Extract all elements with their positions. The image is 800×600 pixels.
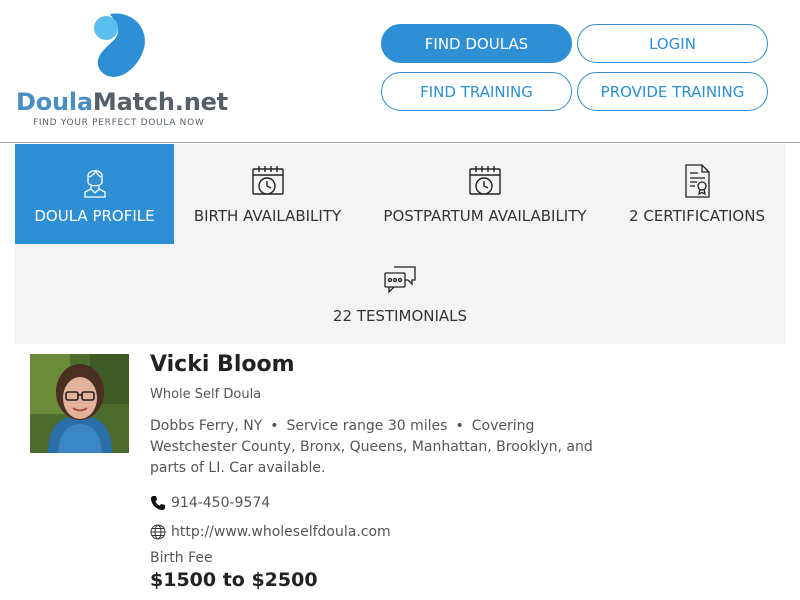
chat-bubbles-icon — [384, 266, 416, 294]
site-header: DoulaMatch.net FIND YOUR PERFECT DOULA N… — [0, 0, 800, 143]
calendar-clock-icon — [469, 166, 501, 195]
globe-icon — [150, 524, 166, 540]
profile-tabs: DOULA PROFILE BIRTH AVAILABILITY POSTPAR… — [15, 144, 785, 344]
tab-label: POSTPARTUM AVAILABILITY — [383, 207, 587, 225]
phone-number[interactable]: 914-450-9574 — [171, 495, 270, 511]
tab-postpartum-availability[interactable]: POSTPARTUM AVAILABILITY — [361, 144, 609, 244]
service-range: Service range 30 miles — [286, 418, 448, 434]
login-button[interactable]: LOGIN — [577, 24, 768, 63]
tab-birth-availability[interactable]: BIRTH AVAILABILITY — [174, 144, 361, 244]
logo-tagline: FIND YOUR PERFECT DOULA NOW — [33, 118, 205, 128]
phone-row: 914-450-9574 — [150, 494, 270, 512]
certificate-icon — [685, 164, 710, 198]
tab-label: 22 TESTIMONIALS — [332, 307, 468, 325]
logo-wordmark: DoulaMatch.net — [16, 88, 228, 116]
birth-fee-label: Birth Fee — [150, 550, 213, 566]
site-logo[interactable]: DoulaMatch.net FIND YOUR PERFECT DOULA N… — [16, 12, 228, 132]
logo-mark-icon — [94, 13, 145, 77]
provide-training-button[interactable]: PROVIDE TRAINING — [577, 72, 768, 111]
tab-label: DOULA PROFILE — [34, 207, 155, 225]
website-link[interactable]: http://www.wholeselfdoula.com — [171, 524, 391, 540]
doula-profile-icon — [83, 169, 106, 198]
tab-testimonials[interactable]: 22 TESTIMONIALS — [15, 244, 785, 344]
find-training-button[interactable]: FIND TRAINING — [381, 72, 572, 111]
find-doulas-button[interactable]: FIND DOULAS — [381, 24, 572, 63]
doula-name: Vicki Bloom — [150, 352, 295, 377]
tab-label: BIRTH AVAILABILITY — [193, 207, 342, 225]
birth-fee-value: $1500 to $2500 — [150, 569, 318, 591]
city: Dobbs Ferry, NY — [150, 418, 263, 434]
doula-portrait-image — [30, 354, 129, 453]
phone-icon — [151, 496, 165, 510]
tab-label: 2 CERTIFICATIONS — [629, 207, 765, 225]
bullet-separator: • — [270, 418, 279, 434]
website-row: http://www.wholeselfdoula.com — [150, 523, 391, 541]
doula-photo — [30, 354, 129, 453]
tab-certifications[interactable]: 2 CERTIFICATIONS — [609, 144, 785, 244]
doula-location: Dobbs Ferry, NY • Service range 30 miles • C… — [150, 416, 610, 479]
tab-doula-profile[interactable]: DOULA PROFILE — [15, 144, 174, 244]
bullet-separator: • — [455, 418, 464, 434]
doula-title: Whole Self Doula — [150, 387, 262, 402]
calendar-clock-icon — [251, 166, 284, 195]
